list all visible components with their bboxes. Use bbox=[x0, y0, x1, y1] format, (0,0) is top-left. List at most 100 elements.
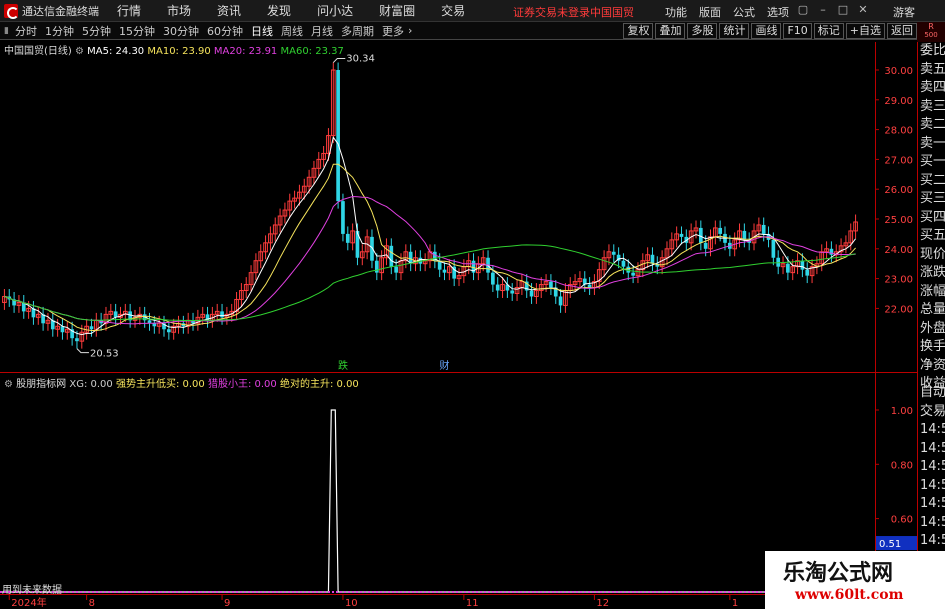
candle-body bbox=[558, 296, 563, 306]
quote-panel-label: 买一 bbox=[920, 154, 945, 169]
side-badge[interactable]: R 500 bbox=[917, 22, 945, 42]
xg-label: XG: 0.00 bbox=[69, 379, 113, 390]
price-tick-label: 27.00 bbox=[884, 155, 913, 166]
candle-body bbox=[374, 260, 379, 273]
quote-panel-label: 委比 bbox=[920, 43, 945, 58]
time-tick-label: 2024年 bbox=[11, 596, 46, 609]
candle-body bbox=[336, 70, 340, 202]
event-marker: 跌 bbox=[338, 359, 348, 372]
trade-time-label: 14:56 bbox=[920, 459, 945, 474]
strong-rise-label: 强势主升低买: 0.00 bbox=[115, 379, 205, 390]
price-tick-label: 22.00 bbox=[884, 304, 913, 315]
quote-panel-label: 卖一 bbox=[920, 135, 945, 151]
ma5-line bbox=[4, 136, 856, 336]
candle-body bbox=[220, 311, 224, 318]
candle-body bbox=[679, 233, 684, 237]
kline-chart[interactable]: 30.00 29.00 28.00 27.00 26.00 25.00 24.00 23.00… bbox=[0, 0, 917, 609]
quote-panel-label: 卖二 bbox=[920, 117, 945, 132]
candle-body bbox=[529, 290, 534, 297]
candle-body bbox=[805, 269, 810, 276]
quote-panel-top: 委比 卖五 卖四 卖三 卖二 卖一 买一 买二 买三 买四 买五 现价 涨跌 涨幅 总量 外盘 换手 净资 收益 bbox=[918, 42, 945, 394]
candle-body bbox=[491, 272, 495, 285]
ma20-label: MA20: 23.91 bbox=[213, 46, 278, 57]
price-tick-label: 29.00 bbox=[884, 96, 913, 107]
candle-body bbox=[626, 266, 631, 273]
candle-body bbox=[60, 326, 65, 333]
side-badge-bottom: 500 bbox=[924, 31, 938, 39]
quote-panel-label: 买二 bbox=[920, 172, 945, 188]
quote-panel-label: 卖四 bbox=[920, 80, 945, 95]
candle-body bbox=[75, 338, 79, 342]
candle-body bbox=[394, 266, 398, 273]
candle-body bbox=[587, 284, 592, 288]
indicator-name: 股朋指标网 bbox=[16, 379, 67, 390]
candle-body bbox=[389, 245, 394, 267]
candle-body bbox=[510, 290, 515, 294]
candle-body bbox=[345, 233, 350, 243]
candle-body bbox=[89, 326, 94, 330]
candle-body bbox=[621, 260, 626, 267]
candle-body bbox=[549, 281, 553, 288]
ma60-label: MA60: 23.37 bbox=[280, 46, 344, 57]
stock-name: 中国国贸(日线) bbox=[4, 46, 72, 57]
indicator-tick-label: 0.60 bbox=[891, 515, 913, 526]
time-tick-label: 12 bbox=[596, 598, 609, 609]
current-value-label: 0.51 bbox=[879, 539, 901, 550]
watermark: 乐淘公式网 www.60lt.com bbox=[765, 551, 945, 609]
quote-panel-label: 买三 bbox=[920, 191, 945, 206]
quote-panel-label: 净资 bbox=[920, 357, 945, 373]
candle-body bbox=[341, 201, 345, 234]
price-tick-label: 26.00 bbox=[884, 185, 913, 196]
candle-body bbox=[776, 257, 781, 267]
hunter-label: 猎股小王: 0.00 bbox=[207, 379, 277, 390]
trade-time-label: 14:56 bbox=[920, 477, 945, 493]
candle-body bbox=[495, 284, 500, 291]
trade-time-label: 14:56 bbox=[920, 514, 945, 530]
price-tick-label: 24.00 bbox=[884, 245, 913, 256]
quote-panel-label: 卖五 bbox=[920, 61, 945, 77]
quote-panel-label: 买四 bbox=[920, 209, 945, 225]
candle-body bbox=[113, 311, 118, 318]
time-tick-label: 11 bbox=[466, 598, 479, 609]
low-marker-line bbox=[76, 348, 89, 354]
trade-time-label: 交易 bbox=[920, 403, 945, 419]
trade-time-label: 14:56 bbox=[920, 496, 945, 511]
high-marker-line bbox=[332, 58, 346, 63]
quote-panel-label: 换手 bbox=[920, 339, 945, 354]
candle-body bbox=[442, 269, 447, 273]
time-tick-label: 8 bbox=[89, 598, 95, 609]
quote-panel-label: 卖三 bbox=[920, 98, 945, 114]
candle-body bbox=[718, 227, 723, 234]
trade-time-label: 14:56 bbox=[920, 533, 945, 548]
xg-signal-line bbox=[2, 409, 858, 593]
candle-body bbox=[703, 242, 708, 249]
candle-body bbox=[631, 272, 635, 276]
quote-panel-label: 买五 bbox=[920, 228, 945, 243]
quote-panel-label: 现价 bbox=[920, 246, 945, 262]
candle-body bbox=[152, 323, 157, 327]
trade-time-label: 自动 bbox=[920, 385, 945, 400]
candle-body bbox=[771, 239, 776, 258]
candle-body bbox=[800, 260, 805, 270]
quote-panel-label: 外盘 bbox=[920, 320, 945, 336]
trade-time-label: 14:56 bbox=[920, 422, 945, 437]
candle-body bbox=[761, 224, 766, 234]
absolute-rise-label: 绝对的主升: 0.00 bbox=[279, 379, 359, 390]
candle-body bbox=[167, 329, 171, 333]
candle-body bbox=[650, 254, 655, 264]
indicator-tick-label: 0.80 bbox=[891, 460, 913, 471]
time-tick-label: 1 bbox=[732, 598, 738, 609]
price-tick-label: 28.00 bbox=[884, 126, 913, 137]
candle-body bbox=[786, 263, 790, 273]
trade-time-label: 14:56 bbox=[920, 440, 945, 456]
ma10-label: MA10: 23.90 bbox=[147, 46, 211, 57]
watermark-title: 乐淘公式网 bbox=[783, 561, 894, 586]
indicator-settings-icon[interactable]: ⚙ bbox=[4, 379, 13, 390]
price-tick-label: 25.00 bbox=[884, 215, 913, 226]
settings-gear-icon[interactable]: ⚙ bbox=[75, 46, 84, 57]
watermark-url: www.60lt.com bbox=[795, 587, 904, 603]
ma5-label: MA5: 24.30 bbox=[87, 46, 145, 57]
indicator-header: ⚙ 股朋指标网 XG: 0.00 强势主升低买: 0.00 猎股小王: 0.00… bbox=[4, 375, 359, 390]
high-price-label: 30.34 bbox=[346, 54, 375, 65]
low-price-label: 20.53 bbox=[90, 349, 119, 360]
